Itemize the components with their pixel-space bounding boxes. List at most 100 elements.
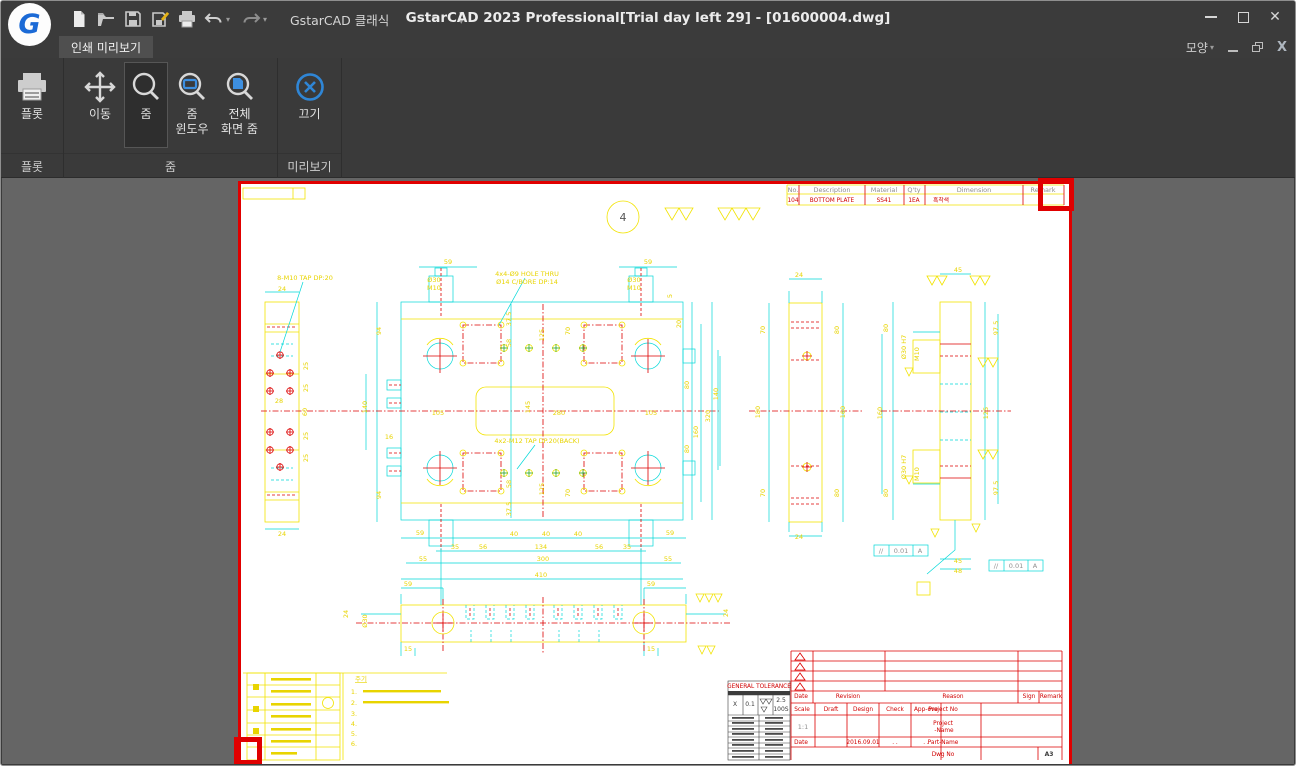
zoom-button-label: 줌 — [140, 107, 152, 121]
general-tolerance-table: GENERAL TOLERANCE X 0.1 2.5 100S — [727, 680, 791, 761]
maximize-button[interactable] — [1235, 9, 1251, 25]
svg-text:24: 24 — [278, 285, 286, 293]
svg-text:60: 60 — [301, 408, 309, 416]
svg-text:4x2-M12 TAP DP.20(BACK): 4x2-M12 TAP DP.20(BACK) — [494, 437, 579, 445]
svg-text:145: 145 — [524, 401, 532, 413]
svg-text://: // — [879, 547, 884, 555]
zoom-corner-marker-bottom-left — [234, 737, 262, 764]
svg-text:35: 35 — [451, 543, 459, 551]
zoom-window-label1: 줌 — [186, 107, 198, 121]
svg-text:58: 58 — [505, 480, 513, 488]
svg-text:134: 134 — [535, 543, 547, 551]
svg-text:320: 320 — [704, 410, 712, 422]
svg-text:Remark: Remark — [1040, 694, 1063, 700]
svg-text:80: 80 — [833, 326, 841, 334]
svg-text:125: 125 — [538, 329, 546, 341]
svg-text:25: 25 — [302, 454, 310, 462]
pan-button-label: 이동 — [88, 107, 112, 121]
svg-text:100S: 100S — [773, 706, 788, 713]
svg-text:105: 105 — [432, 409, 444, 417]
svg-text:A3: A3 — [1045, 751, 1054, 758]
svg-text:97.5: 97.5 — [992, 481, 1000, 495]
dimension-labels: 8-M10 TAP DP:20 24 24 94 140 94 16 25 25 28 60 25 25… — [275, 258, 1000, 653]
svg-text:59: 59 — [644, 258, 652, 266]
svg-text:Draft: Draft — [824, 707, 839, 713]
svg-text:0.01: 0.01 — [1009, 562, 1023, 570]
window-title: GstarCAD 2023 Professional[Trial day lef… — [405, 10, 891, 26]
svg-text:45: 45 — [954, 266, 962, 274]
svg-text:160: 160 — [876, 407, 884, 419]
svg-text:2.: 2. — [351, 699, 357, 707]
svg-text://: // — [994, 562, 999, 570]
zoom-button[interactable]: 줌 — [124, 62, 169, 148]
tab-print-preview[interactable]: 인쇄 미리보기 — [59, 36, 154, 58]
svg-text:Check: Check — [886, 707, 904, 713]
svg-text:BOTTOM PLATE: BOTTOM PLATE — [810, 198, 855, 204]
zoom-full-button[interactable]: 전체 화면 줌 — [216, 62, 263, 140]
svg-text:80: 80 — [683, 445, 691, 453]
svg-text:70: 70 — [564, 327, 572, 335]
tolerance-frame-2: // 0.01 A — [988, 559, 1044, 572]
svg-text:Q'ty: Q'ty — [907, 186, 920, 194]
svg-text:40: 40 — [574, 530, 582, 538]
gstarcad-logo-icon[interactable]: G — [8, 3, 51, 46]
svg-text:6.: 6. — [351, 740, 357, 748]
zoom-window-button[interactable]: 줌 윈도우 — [170, 62, 214, 140]
svg-text:Ø30: Ø30 — [361, 614, 369, 627]
svg-text:300: 300 — [537, 555, 549, 563]
svg-text:Part-Name: Part-Name — [928, 740, 959, 746]
surface-finish-marks — [664, 207, 761, 221]
svg-text:M10: M10 — [913, 467, 921, 481]
svg-text:5: 5 — [666, 294, 674, 298]
doc-close-button[interactable]: X — [1277, 40, 1287, 55]
close-preview-button[interactable]: 끄기 — [288, 62, 332, 125]
svg-text:3.: 3. — [351, 710, 357, 718]
svg-text:25: 25 — [302, 432, 310, 440]
svg-text:Ø30: Ø30 — [427, 276, 440, 284]
svg-text:35: 35 — [623, 543, 631, 551]
svg-text:59: 59 — [666, 529, 674, 537]
svg-text:125: 125 — [538, 483, 546, 495]
svg-text:1:1: 1:1 — [798, 723, 808, 731]
svg-text:80: 80 — [882, 489, 890, 497]
svg-text:Ø30 H7: Ø30 H7 — [900, 455, 908, 479]
pan-button[interactable]: 이동 — [78, 62, 122, 125]
svg-text:A: A — [1033, 562, 1038, 570]
svg-text:Ø14 C/BORE DP:14: Ø14 C/BORE DP:14 — [496, 278, 558, 286]
doc-minimize-button[interactable] — [1227, 50, 1238, 52]
app-window: G ▾ ▾ GstarCAD 클래식 ▾ ▾ ▾ GstarCAD 2023 P… — [0, 0, 1296, 766]
svg-text:80: 80 — [833, 489, 841, 497]
svg-text:Reason: Reason — [942, 694, 963, 700]
tolerance-frame-1: // 0.01 A — [873, 544, 929, 557]
zoom-full-label1: 전체 — [228, 107, 251, 121]
close-button[interactable]: ✕ — [1267, 9, 1283, 25]
svg-text:0.1: 0.1 — [745, 701, 755, 708]
svg-text:GENERAL TOLERANCE: GENERAL TOLERANCE — [727, 684, 791, 690]
print-preview-canvas[interactable]: No. Description Material Q'ty Dimension … — [2, 178, 1294, 764]
svg-text:1.: 1. — [351, 688, 357, 696]
svg-text:24: 24 — [795, 271, 803, 279]
doc-restore-button[interactable] — [1251, 42, 1263, 52]
svg-text:70: 70 — [564, 489, 572, 497]
tab-row: 인쇄 미리보기 모양 ▾ X — [1, 36, 1295, 58]
svg-text:59: 59 — [444, 258, 452, 266]
plot-button[interactable]: 플롯 — [10, 62, 54, 125]
document-window-controls: 모양 ▾ X — [1186, 38, 1287, 56]
ribbon: 플롯 플롯 이동 줌 줌 윈도우 전체 화면 줌 줌 끄기 미리보기 — [1, 58, 1295, 178]
svg-text:Description: Description — [813, 186, 850, 194]
close-preview-label: 끄기 — [298, 107, 321, 121]
plot-button-label: 플롯 — [20, 107, 44, 121]
svg-text:20: 20 — [675, 320, 683, 328]
group-label-plot: 플롯 — [1, 153, 63, 178]
close-circle-icon — [293, 67, 327, 107]
zoom-full-icon — [223, 67, 257, 107]
svg-text:140: 140 — [712, 388, 720, 400]
appearance-dropdown[interactable]: 모양 ▾ — [1186, 39, 1214, 56]
svg-text:59: 59 — [416, 529, 424, 537]
title-bar: G ▾ ▾ GstarCAD 클래식 ▾ ▾ ▾ GstarCAD 2023 P… — [1, 1, 1295, 46]
svg-text:8-M10 TAP DP:20: 8-M10 TAP DP:20 — [277, 274, 333, 282]
minimize-button[interactable] — [1203, 9, 1219, 25]
svg-text:Scale: Scale — [794, 707, 810, 713]
svg-text:59: 59 — [647, 580, 655, 588]
svg-text:125: 125 — [982, 407, 990, 419]
